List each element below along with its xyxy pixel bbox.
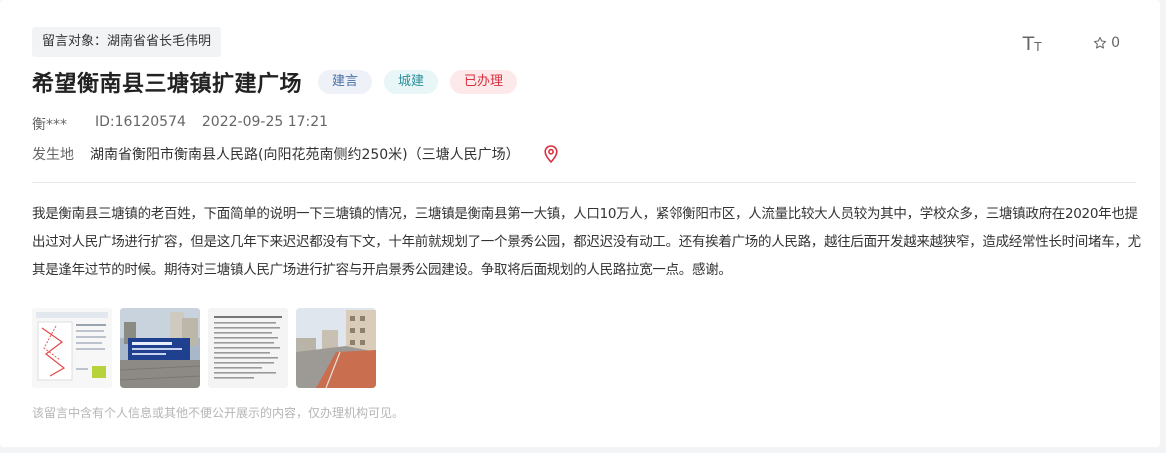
domain-badge: 城建 <box>384 70 439 94</box>
message-id: ID:16120574 <box>95 114 186 130</box>
location-pin-icon[interactable] <box>544 145 558 163</box>
message-card: 留言对象：湖南省省长毛伟明 TT 0 希望衡南县三塘镇扩建广场 建言 城建 已办… <box>0 0 1160 447</box>
type-badge: 建言 <box>318 70 373 94</box>
status-badge: 已办理 <box>450 70 518 94</box>
favorite-count: 0 <box>1111 35 1120 51</box>
attachment-thumbnail-1[interactable] <box>32 308 112 388</box>
location-row: 发生地 湖南省衡阳市衡南县人民路(向阳花苑南侧约250米)（三塘人民广场） <box>32 144 558 164</box>
message-content: 我是衡南县三塘镇的老百姓，下面简单的说明一下三塘镇的情况，三塘镇是衡南县第一大镇… <box>32 206 1141 278</box>
divider <box>32 182 1136 183</box>
privacy-note: 该留言中含有个人信息或其他不便公开展示的内容，仅办理机构可见。 <box>32 406 405 420</box>
top-actions: TT 0 <box>1019 32 1120 55</box>
title-row: 希望衡南县三塘镇扩建广场 建言 城建 已办理 <box>32 66 529 98</box>
star-icon <box>1094 36 1107 49</box>
attachment-list <box>32 308 384 388</box>
location-value: 湖南省衡阳市衡南县人民路(向阳花苑南侧约250米)（三塘人民广场） <box>90 147 520 163</box>
page-title: 希望衡南县三塘镇扩建广场 <box>32 72 303 97</box>
message-datetime: 2022-09-25 17:21 <box>201 114 329 130</box>
font-size-big-glyph: T <box>1022 33 1035 55</box>
font-size-small-glyph: T <box>1034 40 1042 54</box>
author-name: 衡*** <box>32 117 67 133</box>
font-size-icon[interactable]: TT <box>1019 32 1045 55</box>
attachment-thumbnail-4[interactable] <box>296 308 376 388</box>
message-target: 留言对象：湖南省省长毛伟明 <box>32 27 222 57</box>
meta-row: 衡*** ID:16120574 2022-09-25 17:21 <box>32 114 328 134</box>
favorite-button[interactable]: 0 <box>1093 35 1120 51</box>
location-label: 发生地 <box>32 147 74 163</box>
attachment-thumbnail-2[interactable] <box>120 308 200 388</box>
attachment-thumbnail-3[interactable] <box>208 308 288 388</box>
